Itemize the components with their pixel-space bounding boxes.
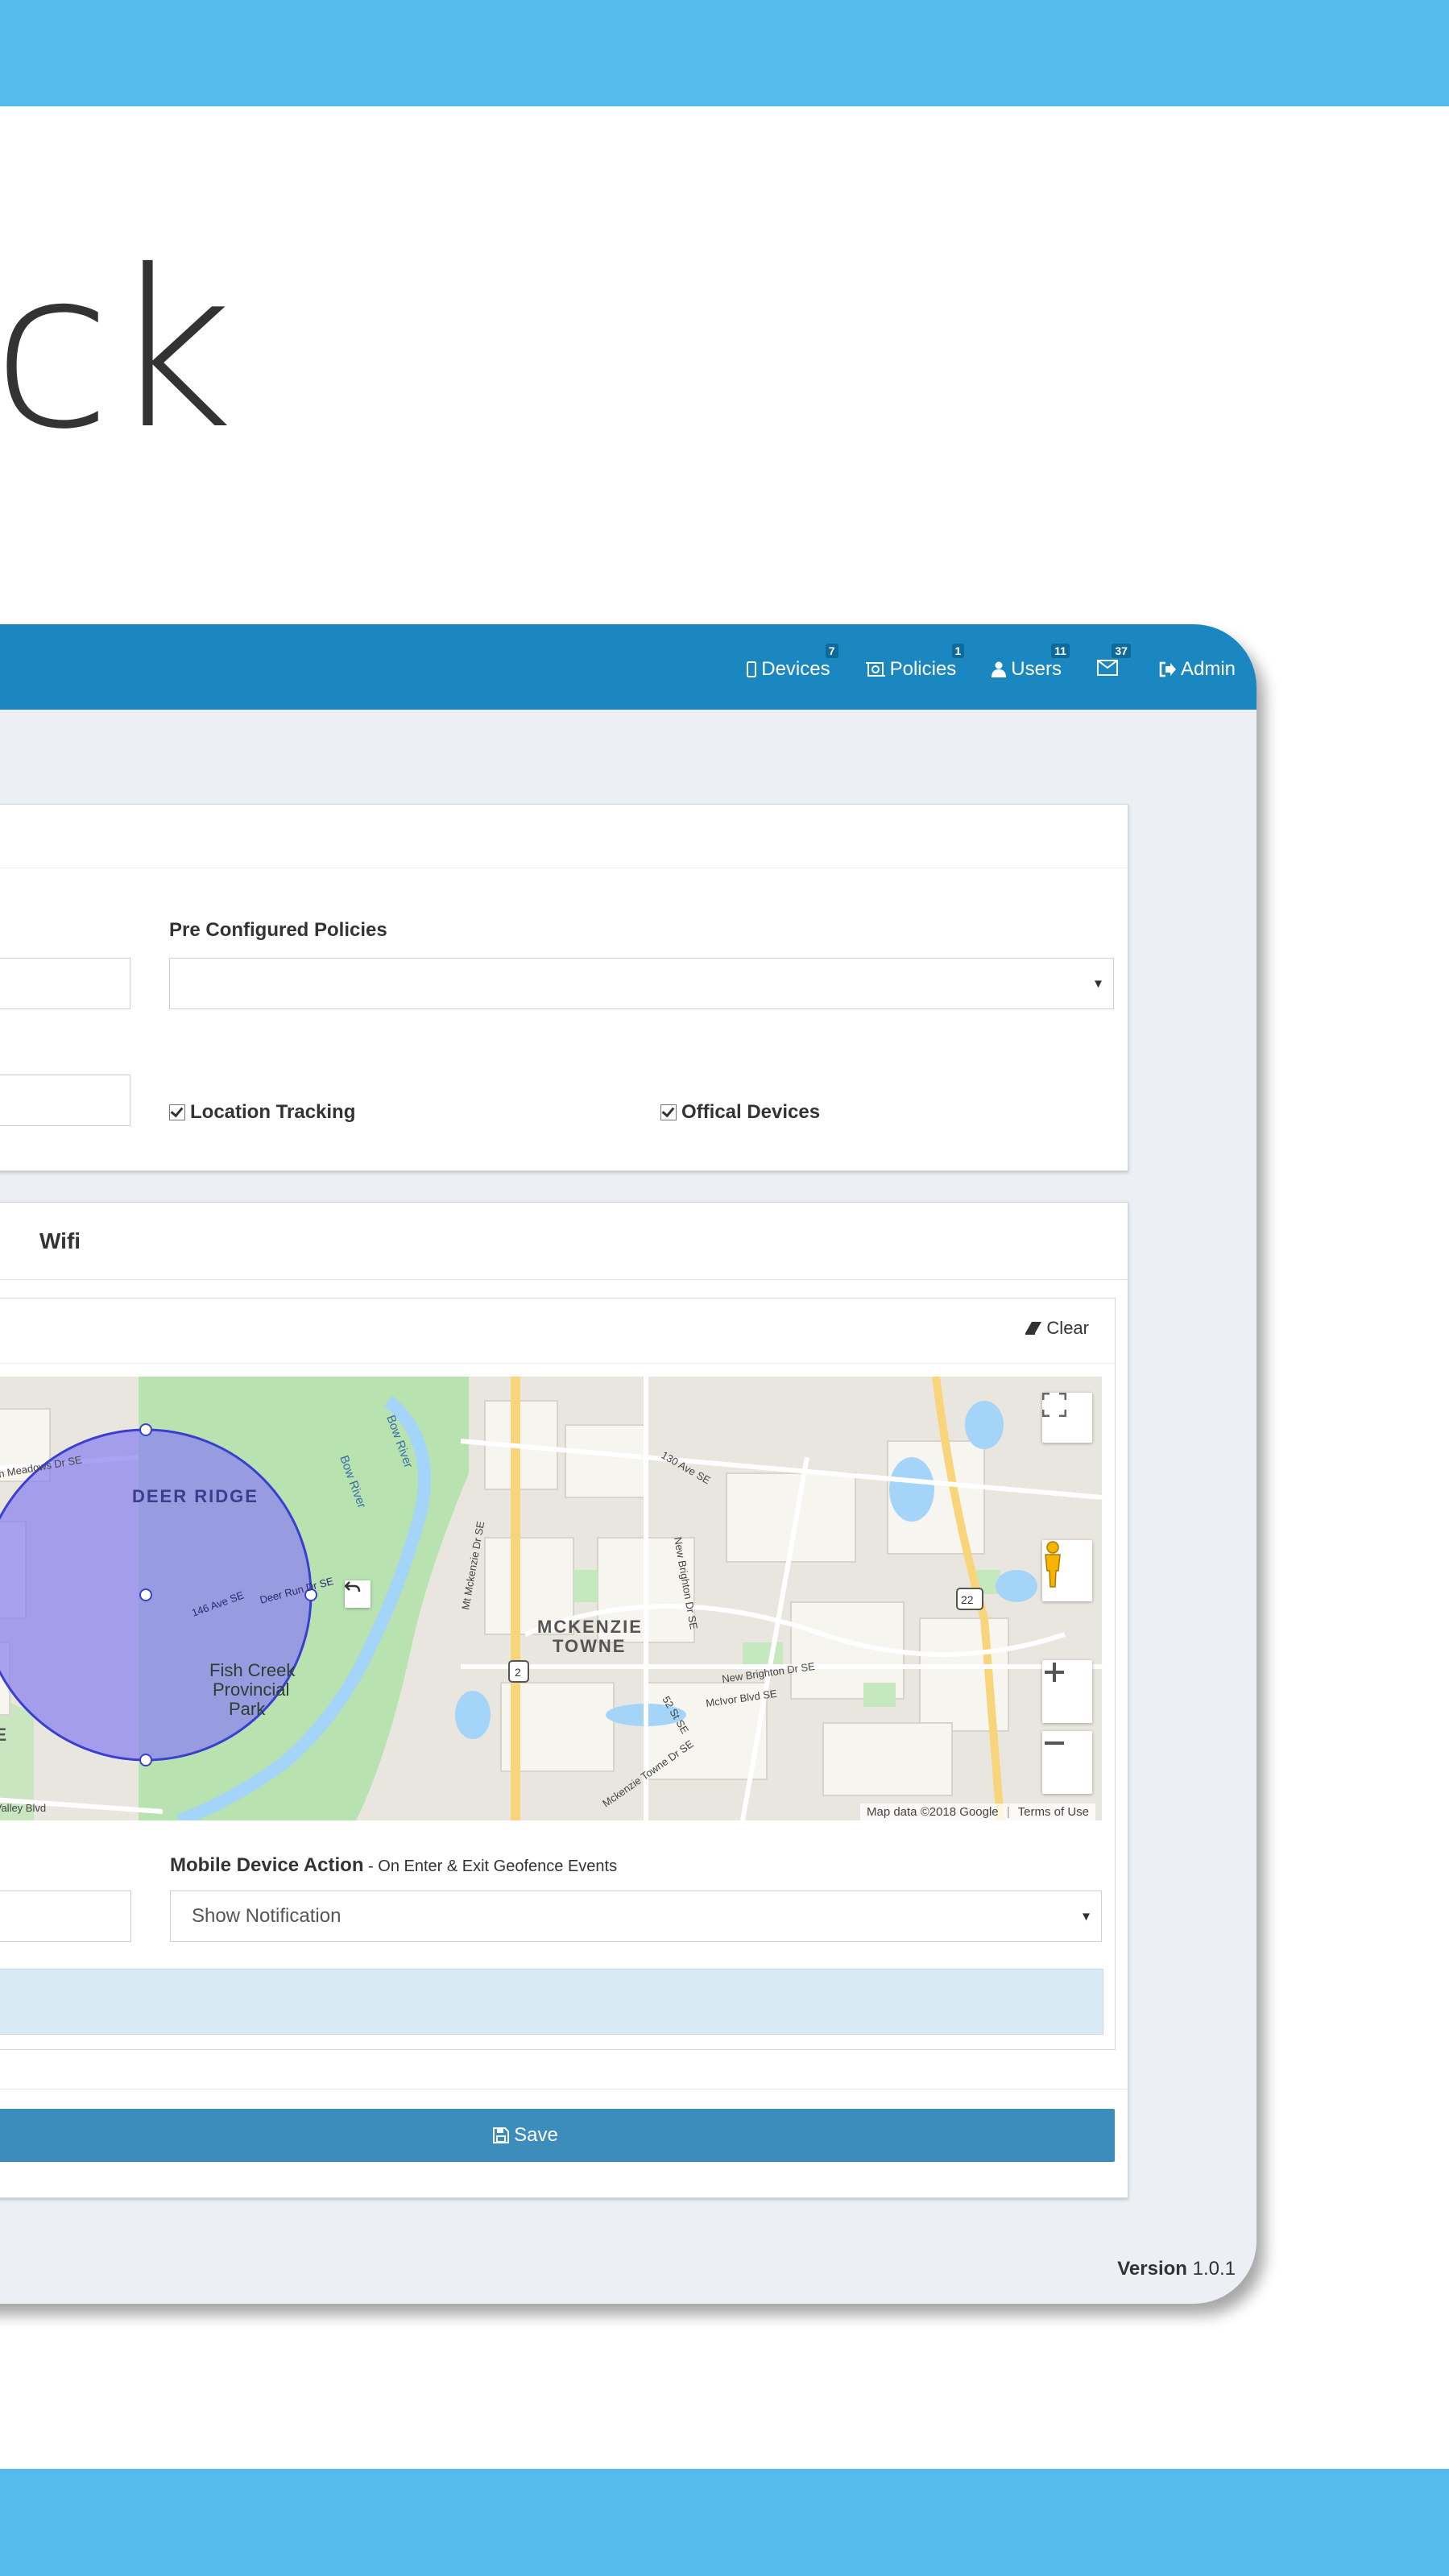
nav-admin-label: Admin [1180,658,1236,680]
nav-messages[interactable]: 37 [1096,644,1131,676]
nav-admin[interactable]: Admin [1158,658,1236,681]
geofence-panel: Wifi Clear DEER RIDGE Fish Creek Provinc… [0,1202,1128,2198]
messages-badge: 37 [1112,644,1131,658]
label-fish-creek-3: Park [229,1699,266,1719]
users-badge: 11 [1051,644,1070,658]
mobile-action-label: Mobile Device Action - On Enter & Exit G… [170,1854,617,1877]
mobile-action-subtitle: - On Enter & Exit Geofence Events [363,1857,618,1875]
zoom-in-button[interactable] [1042,1660,1092,1723]
chevron-down-icon: ▾ [1094,975,1102,992]
version-number: 1.0.1 [1192,2258,1236,2280]
devices-badge: 7 [825,644,838,658]
checkbox-checked-icon [660,1104,677,1120]
label-route-2: 2 [515,1666,521,1679]
tab-wifi[interactable]: Wifi [39,1228,81,1254]
label-deer-ridge: DEER RIDGE [132,1486,259,1506]
geofence-name-input[interactable] [0,1891,131,1942]
nav-users[interactable]: Users 11 [992,644,1070,681]
mobile-action-title: Mobile Device Action [170,1854,364,1876]
tab-bar: Wifi [0,1203,1128,1280]
user-icon [992,661,1007,677]
map-canvas: DEER RIDGE Fish Creek Provincial Park MC… [0,1377,1102,1820]
version-label: Version [1117,2258,1187,2280]
clear-label: Clear [1046,1318,1089,1338]
nav-policies-label: Policies [889,658,957,680]
clear-button[interactable]: Clear [1025,1318,1089,1339]
location-tracking-checkbox[interactable]: Location Tracking [169,1101,355,1124]
label-apore: APORE [0,1725,8,1745]
street-view-button[interactable] [1042,1540,1092,1601]
save-button[interactable]: Save [0,2109,1115,2162]
version-info: Version 1.0.1 [1117,2258,1236,2280]
envelope-check-icon [1096,658,1118,676]
bottom-banner [0,2469,1449,2576]
mobile-action-select[interactable]: Show Notification ▾ [170,1891,1102,1942]
terms-link[interactable]: Terms of Use [1018,1805,1089,1819]
label-fish-creek-2: Provincial [213,1679,289,1700]
label-sun-valley: Sun Valley Blvd [0,1802,46,1814]
chevron-down-icon: ▾ [1082,1907,1090,1924]
geofence-box-header: Clear [0,1298,1115,1364]
geofence-box: Clear DEER RIDGE Fish Creek Provincial P… [0,1298,1116,2050]
app-window: Devices 7 Policies 1 Users 11 37 Admin P… [0,624,1256,2304]
nav-devices-label: Devices [761,658,830,680]
label-mckenzie: MCKENZIE [537,1617,643,1637]
nav-items: Devices 7 Policies 1 Users 11 37 Admin [711,644,1236,681]
policy-panel: Pre Configured Policies ▾ Location Track… [0,804,1128,1171]
nav-policies[interactable]: Policies 1 [865,644,965,681]
undo-shape-button[interactable] [345,1580,371,1608]
official-devices-label: Offical Devices [681,1101,821,1123]
top-navbar: Devices 7 Policies 1 Users 11 37 Admin [0,624,1256,710]
mobile-action-value: Show Notification [192,1905,342,1927]
save-label: Save [514,2124,558,2146]
preconfigured-select[interactable]: ▾ [169,958,1114,1009]
top-banner [0,0,1449,106]
fullscreen-button[interactable] [1042,1393,1092,1443]
label-fish-creek: Fish Creek [209,1660,296,1680]
mobile-icon [747,661,757,677]
sign-out-icon [1158,661,1176,677]
checkbox-checked-icon [169,1104,185,1120]
nav-devices[interactable]: Devices 7 [747,644,838,681]
eraser-icon [1025,1322,1042,1335]
nav-users-label: Users [1011,658,1062,680]
policies-badge: 1 [951,644,965,658]
floppy-disk-icon [493,2127,510,2143]
label-route-22: 22 [961,1593,974,1606]
map-attribution: Map data ©2018 Google | Terms of Use [859,1804,1095,1820]
info-strip [0,1969,1103,2035]
location-tracking-label: Location Tracking [190,1101,356,1123]
preconfigured-label: Pre Configured Policies [169,919,387,941]
policy-icon [865,661,885,678]
hero-title: ck [0,223,234,477]
geofence-map[interactable]: DEER RIDGE Fish Creek Provincial Park MC… [0,1377,1102,1820]
policy-panel-header [0,805,1128,868]
official-devices-checkbox[interactable]: Offical Devices [660,1101,820,1124]
map-data-text: Map data ©2018 Google [866,1805,999,1819]
policy-description-input[interactable] [0,1075,130,1126]
zoom-out-button[interactable] [1042,1731,1092,1794]
policy-name-input[interactable] [0,958,130,1009]
label-towne: TOWNE [553,1636,626,1656]
